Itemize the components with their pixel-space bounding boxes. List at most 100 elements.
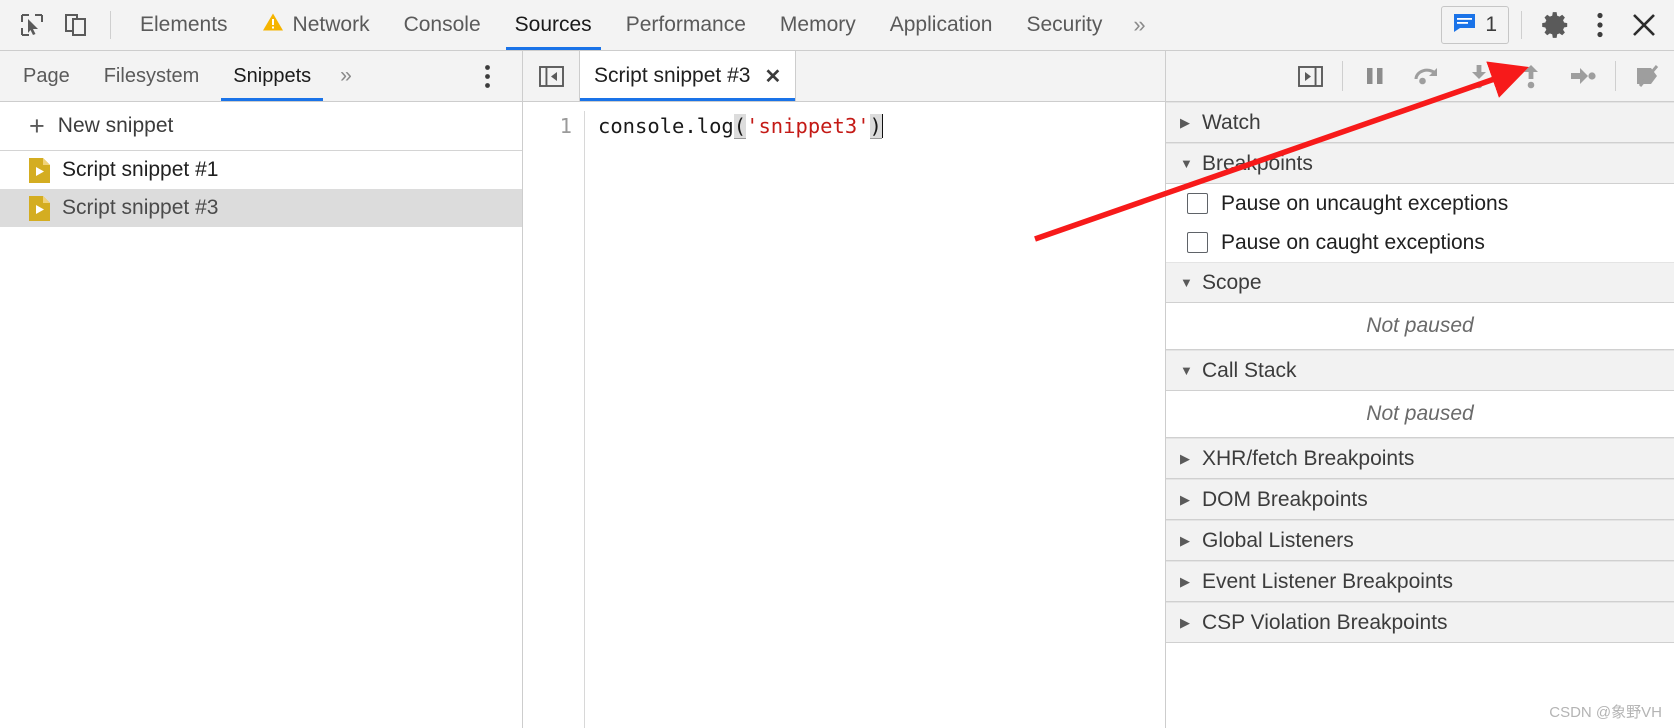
- tab-memory[interactable]: Memory: [763, 0, 873, 50]
- debugger-toolbar-divider: [1342, 61, 1343, 91]
- section-title: Scope: [1202, 270, 1262, 294]
- new-snippet-label: New snippet: [57, 114, 174, 137]
- tab-application[interactable]: Application: [873, 0, 1010, 50]
- message-count: 1: [1485, 13, 1497, 36]
- triangle-down-icon: ▼: [1180, 275, 1193, 290]
- kebab-menu-icon[interactable]: [470, 64, 504, 89]
- section-title: XHR/fetch Breakpoints: [1202, 446, 1415, 470]
- pause-on-uncaught-exceptions-row[interactable]: Pause on uncaught exceptions: [1166, 184, 1674, 223]
- pause-on-caught-exceptions-row[interactable]: Pause on caught exceptions: [1166, 223, 1674, 262]
- tab-label: Application: [889, 13, 993, 36]
- section-event-listener-breakpoints[interactable]: ▶ Event Listener Breakpoints: [1166, 561, 1674, 602]
- step-icon[interactable]: [1557, 53, 1609, 99]
- code-token-open-paren: (: [733, 114, 747, 139]
- tab-label: Security: [1026, 13, 1103, 36]
- snippet-name: Script snippet #1: [62, 158, 219, 181]
- devtools-window: Elements Network Console Sources Perform…: [0, 0, 1674, 728]
- line-number-gutter: 1: [523, 111, 585, 728]
- tab-label: Sources: [514, 13, 592, 36]
- code-token-close-paren: ): [869, 114, 882, 139]
- tab-label: Memory: [779, 13, 856, 36]
- deactivate-breakpoints-icon[interactable]: [1622, 53, 1674, 99]
- nav-tab-label: Snippets: [233, 64, 312, 87]
- debugger-toolbar: [1166, 51, 1674, 102]
- chevron-double-right-icon[interactable]: »: [328, 64, 364, 88]
- list-item[interactable]: Script snippet #1: [0, 151, 522, 189]
- step-over-icon[interactable]: [1401, 53, 1453, 99]
- editor-tab-title: Script snippet #3: [594, 64, 751, 87]
- call-stack-status: Not paused: [1166, 391, 1674, 438]
- tab-elements[interactable]: Elements: [123, 0, 245, 50]
- checkbox-label: Pause on uncaught exceptions: [1221, 191, 1509, 215]
- section-call-stack[interactable]: ▼ Call Stack: [1166, 350, 1674, 391]
- nav-tab-filesystem[interactable]: Filesystem: [87, 51, 217, 101]
- navigator-tabbar: Page Filesystem Snippets »: [0, 51, 522, 102]
- tab-console[interactable]: Console: [387, 0, 498, 50]
- section-title: Watch: [1202, 110, 1261, 134]
- device-toolbar-icon[interactable]: [54, 3, 98, 47]
- devtools-body: Page Filesystem Snippets » + New snippet…: [0, 51, 1674, 728]
- tab-network[interactable]: Network: [245, 0, 387, 50]
- close-icon[interactable]: [1622, 3, 1666, 47]
- section-watch[interactable]: ▶ Watch: [1166, 102, 1674, 143]
- nav-tab-label: Page: [23, 64, 70, 87]
- section-title: Breakpoints: [1202, 151, 1313, 175]
- editor-tab-script-snippet[interactable]: Script snippet #3 ✕: [579, 51, 797, 101]
- watermark: CSDN @象野VH: [1549, 704, 1662, 721]
- code-editor[interactable]: 1 console.log('snippet3'): [523, 102, 1165, 728]
- section-title: DOM Breakpoints: [1202, 487, 1368, 511]
- inspect-cursor-icon[interactable]: [10, 3, 54, 47]
- editor-pane: Script snippet #3 ✕ 1 console.log('snipp…: [523, 51, 1165, 728]
- nav-tab-snippets[interactable]: Snippets: [216, 51, 328, 101]
- triangle-down-icon: ▼: [1180, 156, 1193, 171]
- section-csp-violation-breakpoints[interactable]: ▶ CSP Violation Breakpoints: [1166, 602, 1674, 643]
- section-breakpoints[interactable]: ▼ Breakpoints: [1166, 143, 1674, 184]
- line-number: 1: [559, 114, 572, 138]
- section-xhr-fetch-breakpoints[interactable]: ▶ XHR/fetch Breakpoints: [1166, 438, 1674, 479]
- scope-status: Not paused: [1166, 303, 1674, 350]
- section-title: CSP Violation Breakpoints: [1202, 610, 1448, 634]
- plus-icon: +: [29, 110, 45, 141]
- toolbar-divider-2: [1521, 11, 1522, 39]
- collapse-sidebar-left-icon[interactable]: [523, 63, 579, 90]
- checkbox[interactable]: [1187, 193, 1208, 214]
- checkbox[interactable]: [1187, 232, 1208, 253]
- debugger-toolbar-divider-2: [1615, 61, 1616, 91]
- gear-icon[interactable]: [1534, 3, 1578, 47]
- triangle-down-icon: ▼: [1180, 363, 1193, 378]
- tab-label: Elements: [140, 13, 228, 36]
- checkbox-label: Pause on caught exceptions: [1221, 230, 1485, 254]
- message-count-button[interactable]: 1: [1441, 6, 1509, 44]
- toolbar-divider: [110, 11, 111, 39]
- pause-icon[interactable]: [1349, 53, 1401, 99]
- tab-security[interactable]: Security: [1009, 0, 1119, 50]
- triangle-right-icon: ▶: [1180, 532, 1190, 548]
- tab-performance[interactable]: Performance: [609, 0, 763, 50]
- step-into-icon[interactable]: [1453, 53, 1505, 99]
- new-snippet-button[interactable]: + New snippet: [0, 102, 522, 151]
- close-icon[interactable]: ✕: [764, 64, 781, 89]
- triangle-right-icon: ▶: [1180, 450, 1190, 466]
- tab-label: Performance: [625, 13, 746, 36]
- section-global-listeners[interactable]: ▶ Global Listeners: [1166, 520, 1674, 561]
- nav-tab-page[interactable]: Page: [6, 51, 87, 101]
- expand-sidebar-right-icon[interactable]: [1284, 53, 1336, 99]
- triangle-right-icon: ▶: [1180, 573, 1190, 589]
- step-out-icon[interactable]: [1505, 53, 1557, 99]
- code-token-identifier: console.log: [598, 114, 734, 138]
- section-title: Event Listener Breakpoints: [1202, 569, 1453, 593]
- code-token-string: 'snippet3': [746, 114, 870, 138]
- list-item[interactable]: Script snippet #3: [0, 189, 522, 227]
- kebab-menu-icon[interactable]: [1578, 3, 1622, 47]
- section-dom-breakpoints[interactable]: ▶ DOM Breakpoints: [1166, 479, 1674, 520]
- chevron-double-right-icon[interactable]: »: [1119, 12, 1159, 38]
- triangle-right-icon: ▶: [1180, 614, 1190, 630]
- text-caret: [881, 114, 884, 138]
- warning-triangle-icon: [262, 12, 284, 38]
- navigator-pane: Page Filesystem Snippets » + New snippet…: [0, 51, 523, 728]
- code-content[interactable]: console.log('snippet3'): [585, 111, 884, 728]
- snippet-name: Script snippet #3: [62, 196, 219, 219]
- section-title: Call Stack: [1202, 358, 1297, 382]
- section-scope[interactable]: ▼ Scope: [1166, 262, 1674, 303]
- tab-sources[interactable]: Sources: [498, 0, 609, 50]
